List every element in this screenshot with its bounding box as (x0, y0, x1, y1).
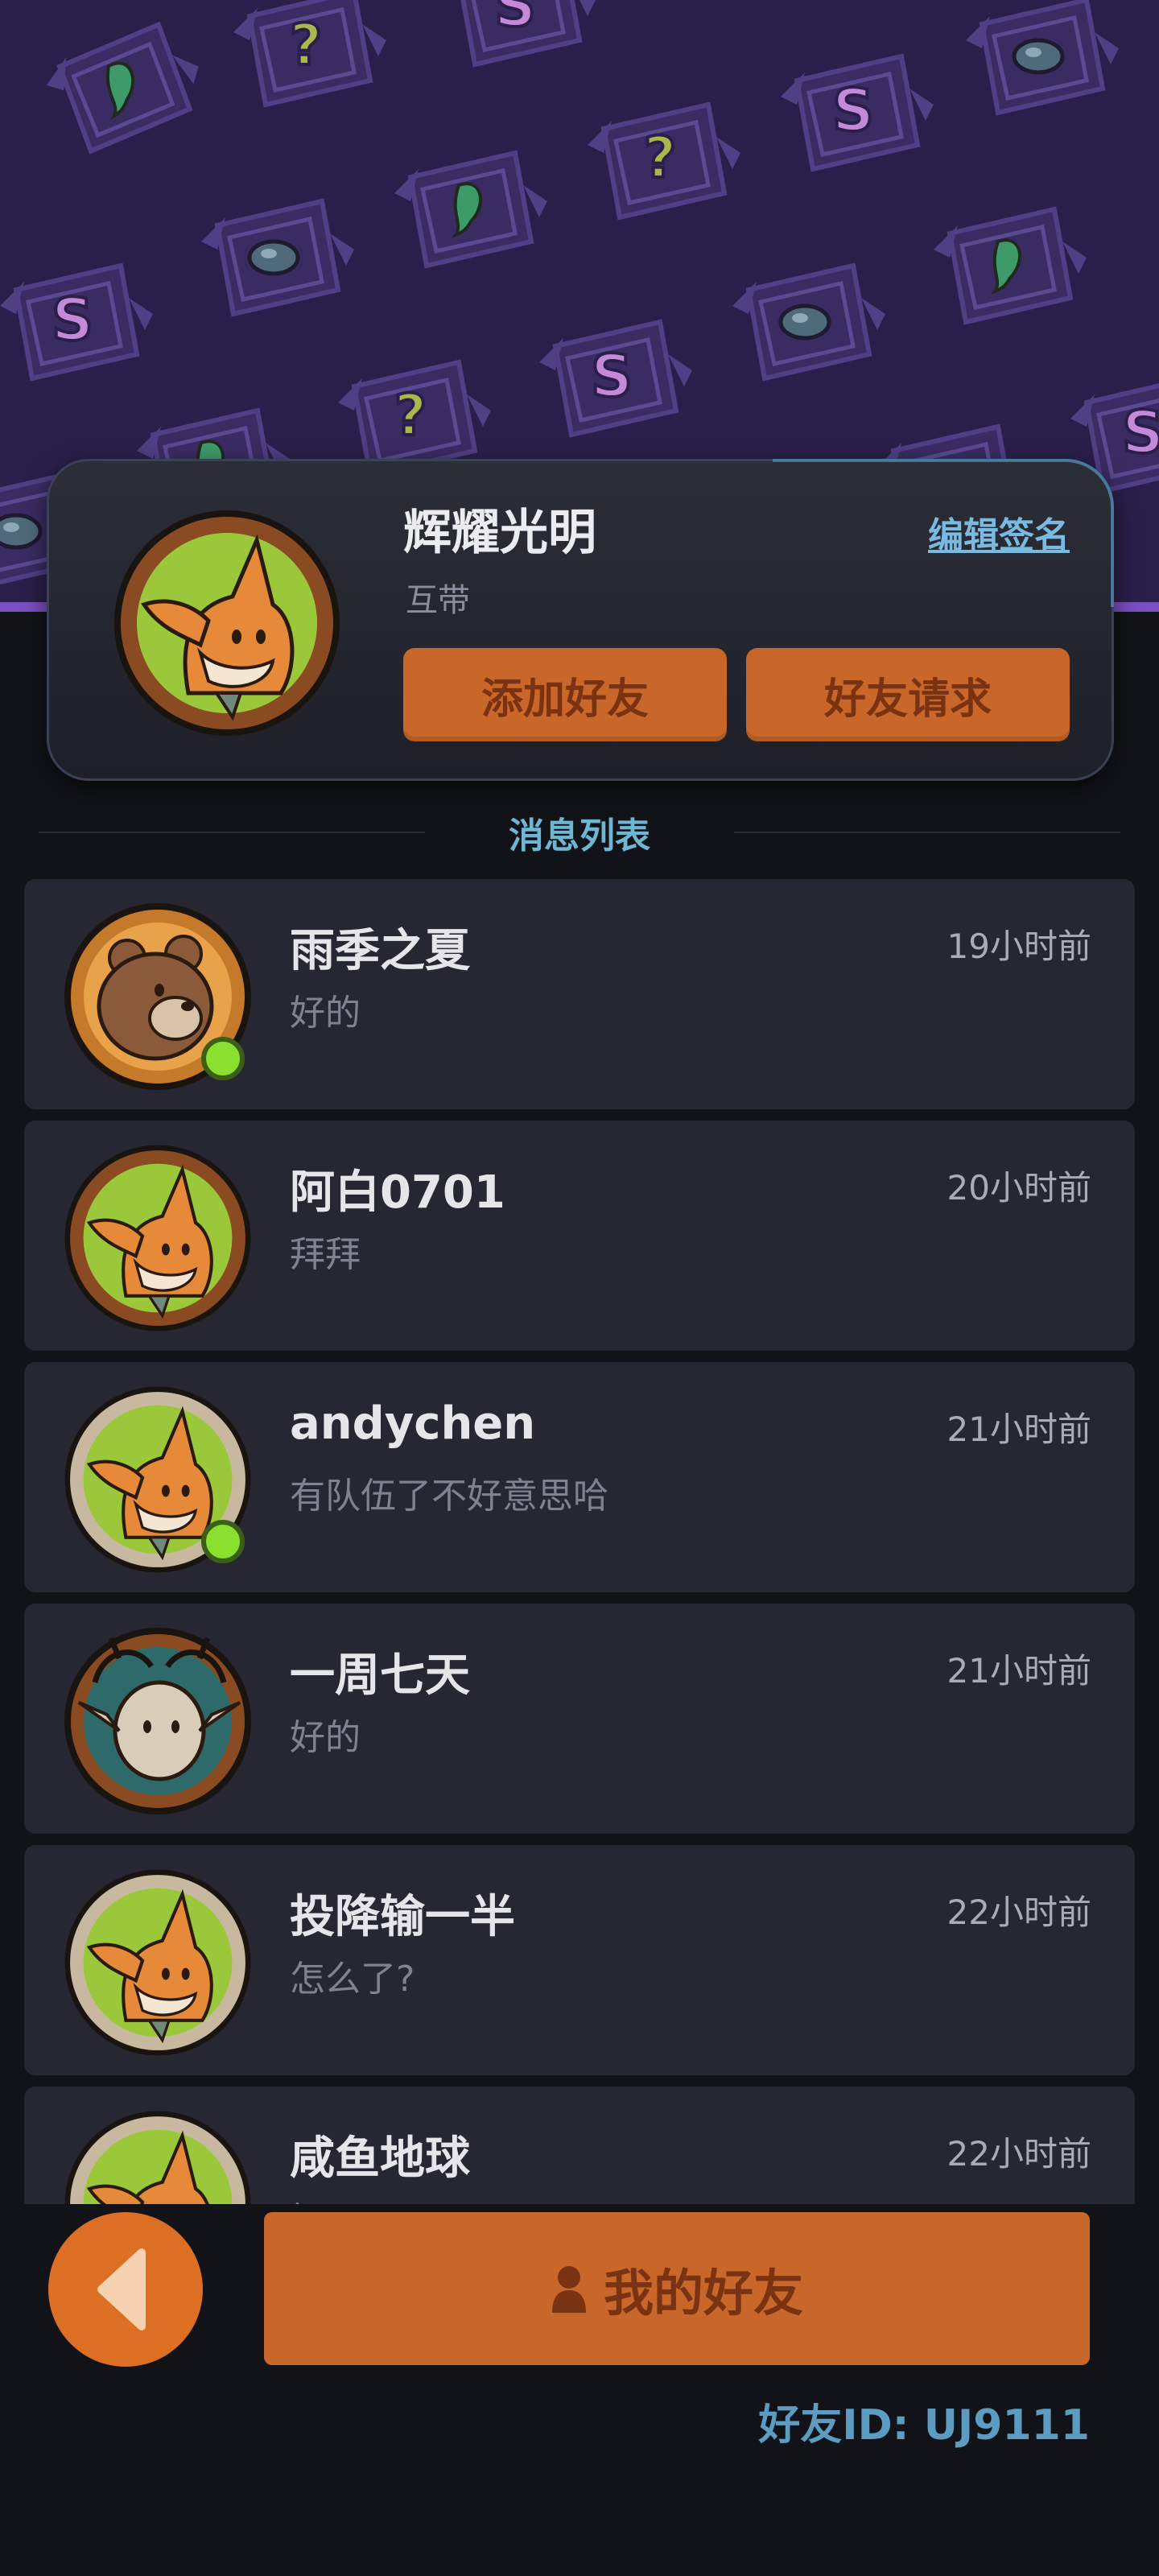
friend-name: 雨季之夏 (290, 925, 470, 977)
friend-name: 咸鱼地球 (290, 2132, 470, 2185)
last-message: 怎么了? (290, 1959, 415, 2000)
my-friends-label: 我的好友 (603, 2264, 803, 2322)
profile-name: 辉耀光明 (403, 505, 596, 561)
message-time: 22小时前 (947, 1893, 1091, 1932)
fox-avatar[interactable] (63, 2109, 253, 2204)
last-message: 好hao吧 (290, 2191, 427, 2204)
message-list-title: 消息列表 (509, 815, 650, 857)
deer-avatar[interactable] (63, 1626, 253, 1816)
friend-id: 好友ID: UJ9111 (758, 2401, 1090, 2450)
list-item[interactable]: 一周七天 好的 21小时前 (24, 1604, 1135, 1834)
person-icon (551, 2266, 586, 2313)
fox-avatar-icon (114, 510, 340, 736)
list-item[interactable]: 投降输一半 怎么了? 22小时前 (24, 1845, 1135, 2075)
message-time: 21小时前 (947, 1651, 1091, 1690)
deer-avatar-icon (64, 1628, 251, 1814)
friend-name: andychen (290, 1397, 536, 1450)
list-item[interactable]: 咸鱼地球 好hao吧 22小时前 (24, 2087, 1135, 2204)
list-item[interactable]: 阿白0701 拜拜 20小时前 (24, 1121, 1135, 1351)
last-message: 好的 (290, 1717, 361, 1758)
list-item[interactable]: 雨季之夏 好的 19小时前 (24, 879, 1135, 1109)
back-button[interactable] (48, 2212, 203, 2367)
online-status-dot (201, 1037, 245, 1080)
add-friend-button[interactable]: 添加好友 (403, 648, 727, 741)
message-list[interactable]: 雨季之夏 好的 19小时前 阿白0701 拜拜 20小时前 andychen 有… (0, 879, 1159, 2204)
last-message: 拜拜 (290, 1234, 361, 1275)
message-time: 19小时前 (947, 927, 1091, 966)
online-status-dot (201, 1520, 245, 1563)
fox-avatar[interactable] (112, 508, 342, 738)
profile-card: 辉耀光明 互带 编辑签名 添加好友 好友请求 (47, 459, 1114, 781)
last-message: 有队伍了不好意思哈 (290, 1476, 608, 1517)
friend-request-button[interactable]: 好友请求 (746, 648, 1070, 741)
list-item[interactable]: andychen 有队伍了不好意思哈 21小时前 (24, 1362, 1135, 1592)
edit-signature-link[interactable]: 编辑签名 (928, 506, 1070, 558)
message-time: 22小时前 (947, 2134, 1091, 2174)
my-friends-button[interactable]: 我的好友 (264, 2212, 1090, 2365)
fox-avatar-icon (64, 2111, 251, 2204)
fox-avatar[interactable] (63, 1868, 253, 2058)
fox-avatar-icon (64, 1869, 251, 2056)
message-time: 20小时前 (947, 1168, 1091, 1208)
profile-signature: 互带 (406, 582, 470, 619)
friend-name: 阿白0701 (290, 1166, 505, 1219)
fox-avatar-icon (64, 1145, 251, 1331)
friend-name: 一周七天 (290, 1649, 470, 1702)
fox-avatar[interactable] (63, 1143, 253, 1333)
last-message: 好的 (290, 993, 361, 1034)
back-arrow-icon (97, 2248, 146, 2330)
message-time: 21小时前 (947, 1410, 1091, 1449)
friend-name: 投降输一半 (290, 1891, 515, 1943)
